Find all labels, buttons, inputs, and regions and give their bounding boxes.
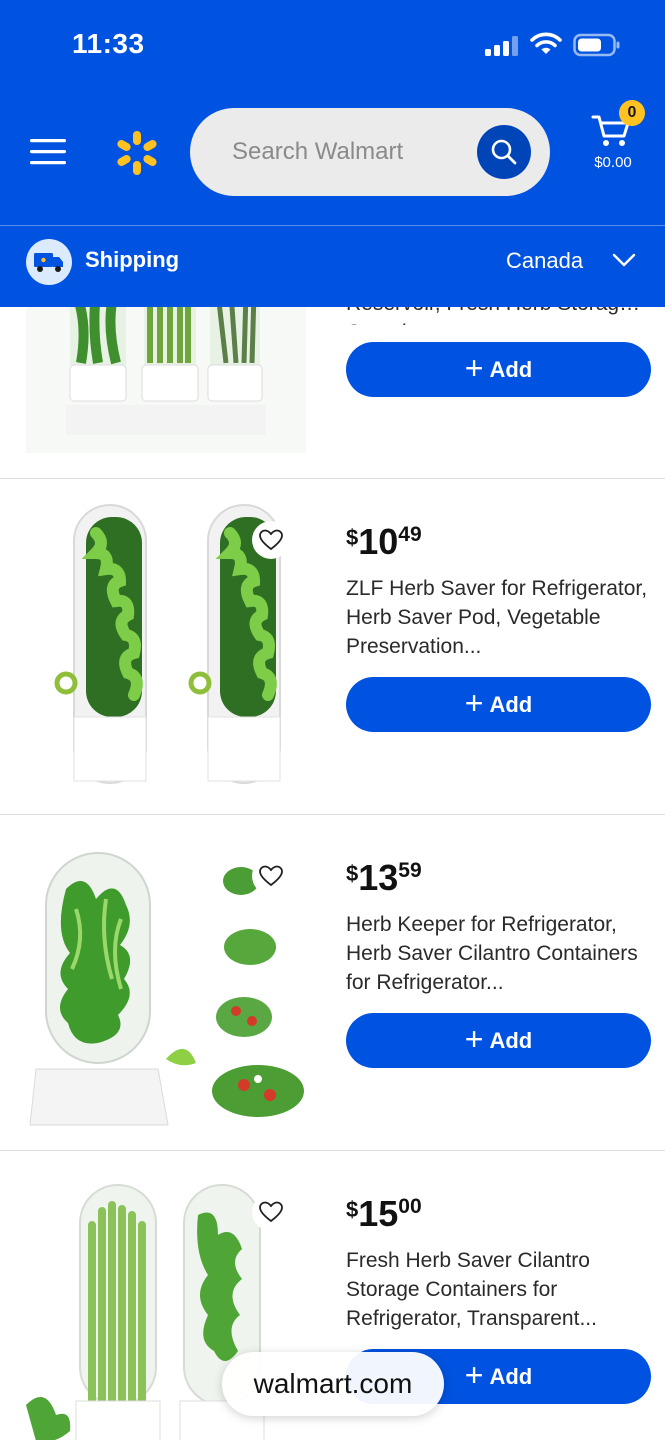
browser-domain-pill[interactable]: walmart.com — [222, 1352, 444, 1416]
delivery-truck-badge — [26, 239, 72, 285]
plus-icon: + — [464, 350, 484, 386]
product-list: Reservoir, Fresh Herb Storage Containers… — [0, 307, 665, 1440]
product-card[interactable]: $1359 Herb Keeper for Refrigerator, Herb… — [0, 815, 665, 1151]
cart-count-badge: 0 — [619, 100, 645, 126]
wifi-icon — [530, 32, 562, 54]
product-title[interactable]: ZLF Herb Saver for Refrigerator, Herb Sa… — [346, 574, 651, 664]
search-icon — [491, 139, 517, 165]
price: $1359 — [346, 857, 422, 898]
price: $1500 — [346, 1193, 422, 1234]
price: $1049 — [346, 521, 422, 562]
heart-icon — [259, 529, 283, 551]
cellular-signal-icon — [485, 36, 518, 56]
truck-icon — [34, 253, 63, 272]
add-to-cart-button[interactable]: + Add — [346, 677, 651, 732]
heart-icon — [259, 865, 283, 887]
cart-total: $0.00 — [594, 154, 632, 171]
plus-icon: + — [464, 1357, 484, 1393]
country-label: Canada — [506, 248, 584, 273]
heart-icon — [259, 1201, 283, 1223]
shipping-label: Shipping — [85, 247, 180, 272]
product-card[interactable]: $1049 ZLF Herb Saver for Refrigerator, H… — [0, 479, 665, 815]
product-card[interactable]: Reservoir, Fresh Herb Storage Containers… — [0, 307, 665, 479]
menu-icon[interactable] — [28, 134, 68, 170]
product-title[interactable]: Herb Keeper for Refrigerator, Herb Saver… — [346, 910, 651, 1000]
battery-icon — [573, 33, 620, 57]
app-header: 11:33 Search Walmart 0 $0.00 — [0, 0, 665, 225]
add-to-cart-button[interactable]: + Add — [346, 1013, 651, 1068]
product-image[interactable] — [26, 307, 306, 453]
plus-icon: + — [464, 1021, 484, 1057]
chevron-down-icon — [612, 253, 636, 267]
product-title[interactable]: Fresh Herb Saver Cilantro Storage Contai… — [346, 1246, 651, 1336]
status-time: 11:33 — [72, 28, 145, 59]
cart-button[interactable]: 0 $0.00 — [585, 100, 645, 176]
search-input[interactable] — [232, 132, 472, 172]
favorite-button[interactable] — [252, 1193, 290, 1231]
add-to-cart-button[interactable]: + Add — [346, 342, 651, 397]
search-box — [190, 108, 550, 196]
favorite-button[interactable] — [252, 857, 290, 895]
favorite-button[interactable] — [252, 521, 290, 559]
plus-icon: + — [464, 685, 484, 721]
country-selector[interactable]: Canada — [500, 240, 650, 284]
shipping-bar: Shipping Canada — [0, 225, 665, 307]
search-button[interactable] — [477, 125, 531, 179]
product-title[interactable]: Reservoir, Fresh Herb Storage Containers — [346, 307, 651, 325]
walmart-spark-logo[interactable] — [112, 128, 162, 178]
